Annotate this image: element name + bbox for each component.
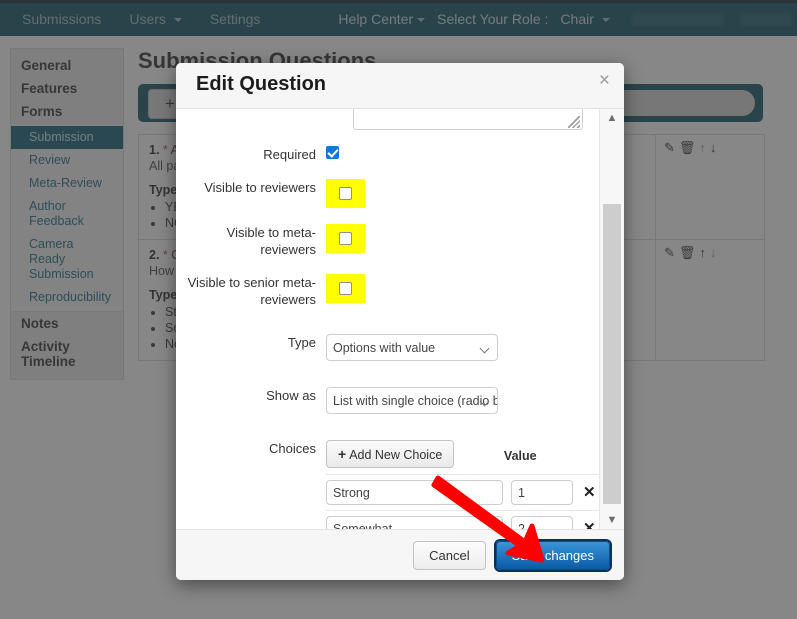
modal-title: Edit Question xyxy=(196,73,326,95)
visible-meta-reviewers-checkbox[interactable] xyxy=(339,232,352,245)
visible-meta-reviewers-row: Visible to meta-reviewers xyxy=(176,224,600,258)
highlight-reviewers xyxy=(326,179,365,208)
add-new-choice-button[interactable]: + Add New Choice xyxy=(326,440,455,468)
visible-senior-meta-reviewers-control xyxy=(326,274,600,303)
modal-body: Required Visible to reviewers Visible to… xyxy=(176,109,624,529)
visible-senior-meta-reviewers-checkbox[interactable] xyxy=(339,282,352,295)
required-checkbox[interactable] xyxy=(326,146,339,159)
visible-reviewers-checkbox[interactable] xyxy=(339,187,352,200)
required-control xyxy=(326,146,600,161)
cancel-button[interactable]: Cancel xyxy=(413,540,486,570)
choice-rows: ✕ ✕ ✕ xyxy=(326,474,600,529)
close-icon[interactable]: × xyxy=(599,71,610,90)
modal-scrollbar[interactable]: ▲ ▼ xyxy=(599,109,624,529)
choice-text-input[interactable] xyxy=(326,480,503,505)
plus-icon: + xyxy=(338,446,347,462)
show-as-label: Show as xyxy=(266,388,316,403)
choice-row: ✕ xyxy=(326,510,600,529)
question-text-row xyxy=(176,109,600,130)
choices-label: Choices xyxy=(269,441,316,456)
save-changes-button[interactable]: Save changes xyxy=(493,538,613,572)
highlight-meta-reviewers xyxy=(326,224,365,253)
question-text-textarea[interactable] xyxy=(353,109,583,130)
choice-row: ✕ xyxy=(326,474,600,510)
visible-meta-reviewers-control xyxy=(326,224,600,253)
type-row: Type Options with value xyxy=(176,334,600,361)
required-row: Required xyxy=(176,146,600,163)
delete-choice-icon[interactable]: ✕ xyxy=(583,521,596,529)
modal-header: Edit Question × xyxy=(176,63,624,109)
value-column-header: Value xyxy=(503,448,537,463)
choice-value-input[interactable] xyxy=(511,516,573,529)
type-control: Options with value xyxy=(326,334,600,361)
visible-reviewers-control xyxy=(326,179,600,208)
choice-value-input[interactable] xyxy=(511,480,573,505)
choices-control: +Add New Choice Value ✕ xyxy=(326,440,600,529)
visible-reviewers-row: Visible to reviewers xyxy=(176,179,600,208)
highlight-senior-meta-reviewers xyxy=(326,274,365,303)
delete-choice-icon[interactable]: ✕ xyxy=(583,485,596,500)
scroll-up-icon[interactable]: ▲ xyxy=(600,109,624,127)
show-as-control: List with single choice (radio buttons) xyxy=(326,387,600,414)
visible-senior-meta-reviewers-label: Visible to senior meta-reviewers xyxy=(187,275,316,307)
edit-question-modal: Edit Question × Required Visible to revi… xyxy=(176,63,624,580)
show-as-row: Show as List with single choice (radio b… xyxy=(176,387,600,414)
type-select[interactable]: Options with value xyxy=(326,334,498,361)
edit-question-form: Required Visible to reviewers Visible to… xyxy=(176,109,600,529)
type-label: Type xyxy=(287,335,316,350)
show-as-select-wrapper: List with single choice (radio buttons) xyxy=(326,387,498,414)
visible-reviewers-label: Visible to reviewers xyxy=(204,180,316,195)
add-new-choice-label: Add New Choice xyxy=(349,448,443,462)
choice-text-input[interactable] xyxy=(326,516,503,529)
show-as-select[interactable]: List with single choice (radio buttons) xyxy=(326,387,498,414)
type-select-wrapper: Options with value xyxy=(326,334,498,361)
scrollbar-thumb[interactable] xyxy=(603,204,621,504)
scroll-down-icon[interactable]: ▼ xyxy=(600,511,624,529)
modal-footer: Cancel Save changes xyxy=(176,529,624,580)
visible-senior-meta-reviewers-row: Visible to senior meta-reviewers xyxy=(176,274,600,308)
required-label: Required xyxy=(263,147,316,162)
visible-meta-reviewers-label: Visible to meta-reviewers xyxy=(226,225,316,257)
resize-grip-icon[interactable] xyxy=(568,116,580,128)
choices-row: Choices +Add New Choice Value ✕ xyxy=(176,440,600,529)
